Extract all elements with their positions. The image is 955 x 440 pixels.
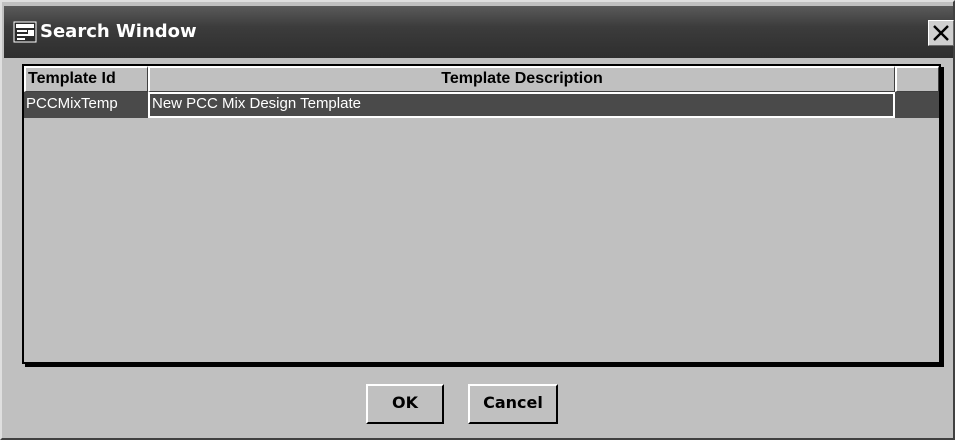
app-window-icon — [13, 21, 37, 43]
cancel-button[interactable]: Cancel — [468, 384, 558, 424]
ok-button[interactable]: OK — [366, 384, 444, 424]
column-header-template-id[interactable]: Template Id — [24, 66, 148, 92]
column-header-template-description[interactable]: Template Description — [148, 66, 895, 92]
close-button[interactable] — [928, 20, 954, 46]
column-header-filler — [895, 66, 939, 92]
search-window: Search Window Template Id Template Descr… — [0, 0, 955, 440]
grid-header: Template Id Template Description — [24, 66, 939, 92]
table-row[interactable]: PCCMixTemp New PCC Mix Design Template — [24, 92, 939, 118]
title-bar[interactable]: Search Window — [4, 6, 954, 58]
close-icon — [929, 25, 953, 49]
template-description-cell[interactable]: New PCC Mix Design Template — [148, 92, 895, 118]
window-title: Search Window — [40, 21, 197, 42]
template-id-cell[interactable]: PCCMixTemp — [24, 92, 148, 118]
template-grid[interactable]: Template Id Template Description PCCMixT… — [22, 64, 941, 364]
